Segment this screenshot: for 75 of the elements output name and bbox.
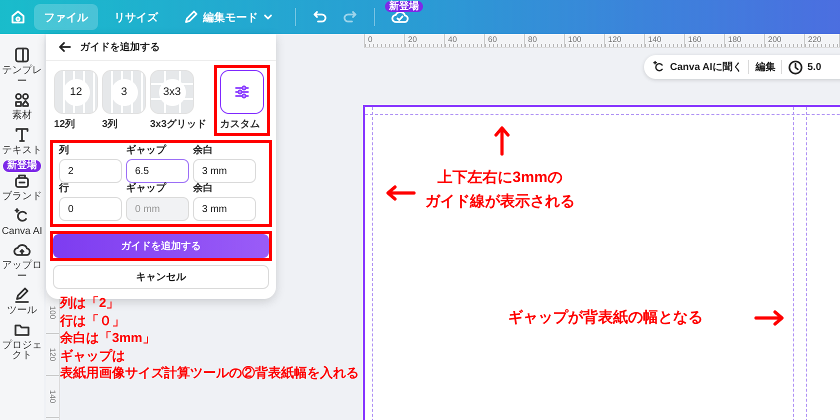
- input-field[interactable]: 3 mm: [193, 159, 256, 183]
- arrow-icon: [384, 185, 416, 201]
- clock-icon: [788, 60, 804, 74]
- field-label: ギャップ: [126, 145, 168, 157]
- ruler-label: 220: [805, 34, 840, 47]
- input-field[interactable]: 6.5: [126, 159, 189, 183]
- annotation-text: ガイド線が表示される: [425, 192, 575, 212]
- upload-icon: [13, 241, 31, 259]
- sparkle-c-icon: [652, 60, 666, 74]
- new-badge: 新登場: [385, 1, 423, 12]
- ruler-label: 120: [48, 348, 57, 362]
- field-label: ギャップ: [126, 183, 168, 195]
- panel-title: ガイドを追加する: [80, 40, 160, 54]
- preset-tile[interactable]: 3x3: [150, 70, 194, 114]
- preset-tile[interactable]: 12: [54, 70, 98, 114]
- sidebar-item[interactable]: テンプレー: [0, 46, 44, 87]
- preset-tile[interactable]: [220, 70, 264, 114]
- sidebar-item[interactable]: アップロー: [0, 241, 44, 282]
- toolbar-button[interactable]: Canva AIに聞く: [652, 60, 742, 74]
- sidebar-item[interactable]: プロジェクト: [0, 320, 44, 362]
- cloud-check-icon[interactable]: [391, 9, 409, 25]
- ruler-label: 20: [405, 34, 445, 47]
- ruler-label: 160: [685, 34, 725, 47]
- annotation-text: ギャップは: [60, 346, 126, 364]
- preset-tile[interactable]: 3: [102, 70, 146, 114]
- input-field[interactable]: 0: [59, 197, 122, 221]
- caret-icon: [263, 12, 273, 22]
- arrow-icon: [494, 124, 510, 156]
- sidebar-item[interactable]: Canva AI: [0, 206, 44, 237]
- ruler-label: 100: [48, 306, 57, 320]
- undo-icon[interactable]: [312, 9, 328, 25]
- sidebar-item[interactable]: ブランド: [0, 172, 44, 202]
- field-label: 余白: [193, 145, 214, 157]
- annotation-text: 表紙用画像サイズ計算ツールの②背表紙幅を入れる: [60, 364, 359, 382]
- pencil-icon: [184, 10, 198, 24]
- preset-caption: 3x3グリッド: [150, 118, 207, 131]
- template-icon: [13, 46, 31, 64]
- ruler-label: 60: [485, 34, 525, 47]
- cancel-button[interactable]: キャンセル: [53, 265, 269, 289]
- annotation-text: ギャップが背表紙の幅となる: [508, 308, 703, 328]
- toolbar-button[interactable]: 編集: [755, 60, 776, 74]
- field-label: 列: [59, 145, 70, 157]
- add-guides-button[interactable]: ガイドを追加する: [53, 234, 269, 258]
- arrow-icon: [754, 310, 786, 326]
- sidebar-item[interactable]: 素材: [0, 91, 44, 122]
- annotation-text: 上下左右に3mmの: [436, 168, 564, 188]
- ruler-label: 200: [765, 34, 805, 47]
- ruler-label: 0: [365, 34, 405, 47]
- ruler-label: 140: [645, 34, 685, 47]
- input-field[interactable]: 3 mm: [193, 197, 256, 221]
- preset-caption: カスタム: [220, 118, 261, 131]
- annotation-text: 列は「2」: [60, 294, 120, 312]
- field-label: 余白: [193, 183, 214, 195]
- sidebar-item[interactable]: テキスト: [0, 126, 44, 156]
- annotation-text: 行は「０」: [60, 312, 126, 329]
- ruler-label: 180: [725, 34, 765, 47]
- shapes-icon: [13, 91, 31, 109]
- annotation-text: 余白は「3mm」: [60, 329, 156, 346]
- preset-caption: 12列: [54, 118, 76, 131]
- field-label: 行: [59, 183, 70, 195]
- input-field[interactable]: 2: [59, 159, 122, 183]
- toolbar-button[interactable]: 5.0: [788, 60, 822, 74]
- ruler-label: 40: [445, 34, 485, 47]
- new-badge: 新登場: [3, 160, 41, 172]
- briefcase-icon: [13, 172, 31, 190]
- pen-icon: [13, 286, 31, 304]
- ruler-label: 120: [605, 34, 645, 47]
- ruler-label: 80: [525, 34, 565, 47]
- ruler-label: 100: [565, 34, 605, 47]
- preset-caption: 3列: [102, 118, 119, 131]
- back-arrow-icon[interactable]: [58, 40, 72, 54]
- sidebar-item[interactable]: ツール: [0, 286, 44, 316]
- text-icon: [13, 126, 31, 144]
- sliders-icon: [233, 83, 251, 101]
- ruler-label: 140: [48, 390, 57, 404]
